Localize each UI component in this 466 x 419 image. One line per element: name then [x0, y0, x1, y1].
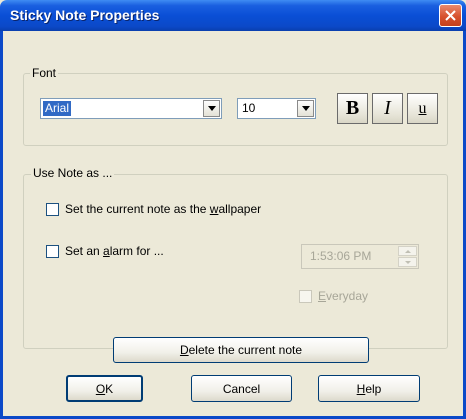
- font-size-dropdown-button[interactable]: [297, 100, 314, 117]
- dialog-body: Font Arial 10 B I u Use Note as ... Set …: [0, 31, 466, 419]
- everyday-checkbox[interactable]: [299, 289, 312, 303]
- underline-button[interactable]: u: [407, 93, 438, 124]
- cancel-label: Cancel: [222, 381, 261, 396]
- ok-label: OK: [95, 381, 114, 396]
- italic-icon: I: [384, 97, 391, 119]
- alarm-label: Set an alarm for ...: [65, 244, 164, 258]
- wallpaper-checkbox[interactable]: [46, 202, 59, 216]
- close-button[interactable]: [439, 4, 462, 27]
- wallpaper-option[interactable]: Set the current note as the wallpaper: [46, 202, 261, 216]
- wallpaper-label: Set the current note as the wallpaper: [65, 202, 262, 216]
- help-button[interactable]: Help: [318, 375, 420, 402]
- font-name-dropdown-button[interactable]: [203, 100, 220, 117]
- everyday-label: Everyday: [318, 289, 369, 303]
- font-size-select[interactable]: 10: [237, 98, 316, 119]
- font-group: Font Arial 10 B I u: [23, 66, 448, 146]
- arrow-up-icon: [404, 249, 411, 253]
- font-name-select[interactable]: Arial: [40, 98, 222, 119]
- bold-button[interactable]: B: [337, 93, 368, 124]
- chevron-down-icon: [301, 106, 310, 111]
- chevron-down-icon: [207, 106, 216, 111]
- font-name-value: Arial: [43, 101, 72, 116]
- font-size-value: 10: [242, 101, 256, 115]
- delete-note-label: Delete the current note: [179, 343, 303, 357]
- spin-down-button[interactable]: [398, 257, 417, 267]
- underline-icon: u: [418, 99, 427, 117]
- alarm-time-spinner[interactable]: [398, 246, 417, 267]
- alarm-option[interactable]: Set an alarm for ...: [46, 244, 164, 258]
- ok-button[interactable]: OK: [66, 375, 143, 402]
- font-group-label: Font: [30, 66, 59, 80]
- alarm-time-value: 1:53:06 PM: [310, 249, 372, 263]
- help-label: Help: [356, 381, 382, 396]
- delete-note-button[interactable]: Delete the current note: [113, 337, 369, 363]
- italic-button[interactable]: I: [372, 93, 403, 124]
- cancel-button[interactable]: Cancel: [191, 375, 292, 402]
- alarm-time-picker[interactable]: 1:53:06 PM: [301, 244, 419, 269]
- window-title: Sticky Note Properties: [10, 7, 160, 23]
- everyday-option[interactable]: Everyday: [299, 289, 368, 303]
- bold-icon: B: [345, 97, 360, 119]
- sticky-note-properties-dialog: Sticky Note Properties Font Arial 10 B I…: [0, 0, 466, 419]
- arrow-down-icon: [404, 260, 411, 264]
- alarm-checkbox[interactable]: [46, 244, 59, 258]
- close-icon: [445, 10, 456, 21]
- use-note-as-label: Use Note as ...: [31, 166, 115, 180]
- spin-up-button[interactable]: [398, 246, 417, 256]
- title-bar[interactable]: Sticky Note Properties: [0, 0, 466, 31]
